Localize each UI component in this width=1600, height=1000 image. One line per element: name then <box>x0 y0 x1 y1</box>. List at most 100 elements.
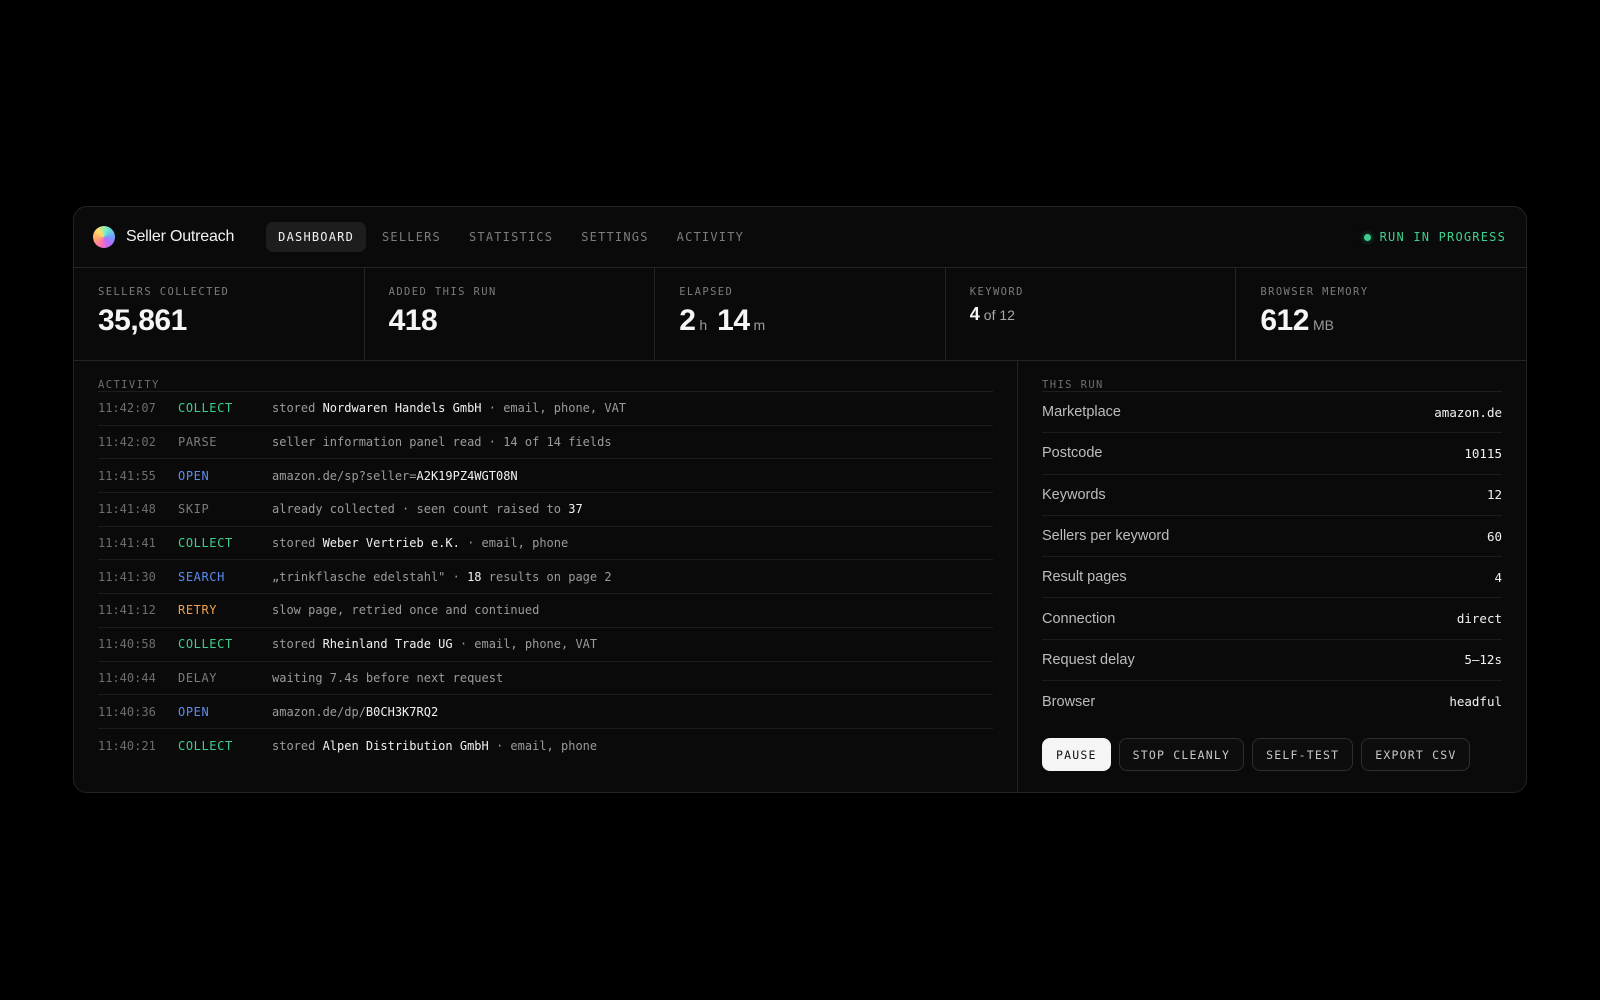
log-message-text: · email, phone, VAT <box>452 637 598 652</box>
stat-value-row: 418 <box>389 304 631 338</box>
log-message-text: stored <box>272 536 323 551</box>
stat-label: ELAPSED <box>679 286 734 298</box>
logo-icon <box>93 226 115 248</box>
log-row: 11:40:21 COLLECT stored Alpen Distribution… <box>98 729 993 763</box>
log-message-text: already collected · seen count raised to <box>272 502 569 517</box>
log-time: 11:40:58 <box>98 637 156 652</box>
activity-log: 11:42:07 COLLECT stored Nordwaren Handels … <box>98 392 993 763</box>
log-type: COLLECT <box>178 401 233 416</box>
tab-dashboard[interactable]: DASHBOARD <box>266 222 366 252</box>
log-message-highlight: Alpen Distribution GmbH <box>322 738 489 753</box>
log-time: 11:41:41 <box>98 536 156 551</box>
run-row: Result pages 4 <box>1042 557 1502 599</box>
stat-label: KEYWORD <box>969 286 1024 298</box>
tab-statistics[interactable]: STATISTICS <box>457 222 565 252</box>
elapsed-hours-unit: h <box>699 317 708 333</box>
log-type: PARSE <box>178 435 218 450</box>
log-message-text: · email, phone, VAT <box>481 401 627 416</box>
log-row: 11:41:12 RETRY slow page, retried once and… <box>98 594 993 628</box>
tab-settings[interactable]: SETTINGS <box>569 222 660 252</box>
activity-panel: ACTIVITY 11:42:07 COLLECT stored Nordwaren… <box>74 361 1018 792</box>
log-time: 11:41:55 <box>98 468 156 483</box>
stat-sellers-collected: SELLERS COLLECTED 35,861 <box>74 268 365 360</box>
run-key: Postcode <box>1042 445 1103 462</box>
run-actions: PAUSE STOP CLEANLY SELF-TEST EXPORT CSV <box>1042 738 1502 772</box>
stat-added-this-run: ADDED THIS RUN 418 <box>365 268 656 360</box>
stop-cleanly-button[interactable]: STOP CLEANLY <box>1118 738 1245 772</box>
log-message: already collected · seen count raised to… <box>272 502 583 516</box>
log-message-text: „trinkflasche edelstahl" · <box>272 569 468 584</box>
log-time: 11:41:30 <box>98 569 156 584</box>
stat-label: BROWSER MEMORY <box>1260 286 1369 298</box>
run-key: Result pages <box>1042 569 1127 586</box>
log-message-highlight: Weber Vertrieb e.K. <box>322 536 460 551</box>
this-run-panel: THIS RUN Marketplace amazon.de Postcode 101… <box>1018 361 1526 792</box>
run-key: Connection <box>1042 610 1116 627</box>
log-message: waiting 7.4s before next request <box>272 671 503 685</box>
log-time: 11:41:12 <box>98 603 156 618</box>
log-message-text: stored <box>272 738 323 753</box>
log-row: 11:40:44 DELAY waiting 7.4s before next re… <box>98 662 993 696</box>
log-type: RETRY <box>178 603 218 618</box>
log-type: SEARCH <box>178 569 225 584</box>
log-message-text: waiting 7.4s before next request <box>272 670 504 685</box>
run-value: 4 <box>1494 569 1502 585</box>
log-row: 11:42:02 PARSE seller information panel re… <box>98 426 993 460</box>
stat-value-row: 4 of 12 <box>970 304 1212 325</box>
log-row: 11:41:41 COLLECT stored Weber Vertrieb e.K… <box>98 527 993 561</box>
log-time: 11:40:44 <box>98 670 156 685</box>
run-key: Marketplace <box>1042 404 1121 421</box>
status-dot-icon <box>1363 233 1371 241</box>
tab-sellers[interactable]: SELLERS <box>370 222 453 252</box>
log-message-text: slow page, retried once and continued <box>272 603 540 618</box>
elapsed-minutes: 14 <box>717 304 750 337</box>
log-time: 11:41:48 <box>98 502 156 517</box>
stat-value-row: 2 h 14 m <box>679 304 921 338</box>
app-window: Seller Outreach DASHBOARD SELLERS STATIS… <box>73 206 1527 793</box>
elapsed-minutes-unit: m <box>753 317 766 333</box>
log-type: COLLECT <box>178 637 233 652</box>
log-type: COLLECT <box>178 738 233 753</box>
log-message-text: stored <box>272 637 323 652</box>
run-key: Sellers per keyword <box>1042 528 1170 545</box>
stat-keyword: KEYWORD 4 of 12 <box>946 268 1237 360</box>
log-row: 11:41:55 OPEN amazon.de/sp?seller=A2K19PZ4… <box>98 459 993 494</box>
log-type: OPEN <box>178 468 210 483</box>
stat-label: ADDED THIS RUN <box>388 286 497 298</box>
keyword-current: 4 <box>969 304 980 324</box>
brand-name: Seller Outreach <box>126 228 235 245</box>
log-time: 11:42:07 <box>98 401 156 416</box>
log-time: 11:42:02 <box>98 435 156 450</box>
log-message-text: amazon.de/sp?seller= <box>272 468 417 483</box>
log-message: amazon.de/dp/B0CH3K7RQ2 <box>272 705 438 719</box>
log-message-highlight: 18 <box>467 569 482 584</box>
run-status: RUN IN PROGRESS <box>1363 230 1506 244</box>
main-nav: DASHBOARD SELLERS STATISTICS SETTINGS AC… <box>266 222 760 252</box>
log-time: 11:40:21 <box>98 738 156 753</box>
tab-activity[interactable]: ACTIVITY <box>665 222 756 252</box>
stats-strip: SELLERS COLLECTED 35,861 ADDED THIS RUN … <box>74 268 1526 361</box>
run-value: direct <box>1456 611 1502 627</box>
elapsed-hours: 2 <box>679 304 696 337</box>
run-details: Marketplace amazon.de Postcode 10115 Keyword… <box>1042 392 1502 722</box>
stat-value: 35,861 <box>98 304 187 337</box>
log-message-highlight: A2K19PZ4WGT08N <box>416 468 518 483</box>
run-value: amazon.de <box>1434 404 1502 420</box>
stat-value: 612 <box>1260 304 1309 337</box>
export-csv-button[interactable]: EXPORT CSV <box>1361 738 1471 772</box>
log-type: SKIP <box>178 502 210 517</box>
run-value: 5–12s <box>1464 652 1502 668</box>
self-test-button[interactable]: SELF-TEST <box>1252 738 1354 772</box>
log-message: stored Weber Vertrieb e.K. · email, phon… <box>272 536 568 550</box>
log-type: DELAY <box>178 670 218 685</box>
run-key: Browser <box>1042 693 1096 710</box>
run-row: Request delay 5–12s <box>1042 640 1502 682</box>
log-row: 11:40:58 COLLECT stored Rheinland Trade UG… <box>98 628 993 662</box>
pause-button[interactable]: PAUSE <box>1042 738 1111 772</box>
run-row: Marketplace amazon.de <box>1042 392 1502 434</box>
run-row: Sellers per keyword 60 <box>1042 516 1502 558</box>
log-message: amazon.de/sp?seller=A2K19PZ4WGT08N <box>272 469 518 483</box>
log-type: OPEN <box>178 704 210 719</box>
log-time: 11:40:36 <box>98 704 156 719</box>
status-text: RUN IN PROGRESS <box>1379 230 1506 244</box>
